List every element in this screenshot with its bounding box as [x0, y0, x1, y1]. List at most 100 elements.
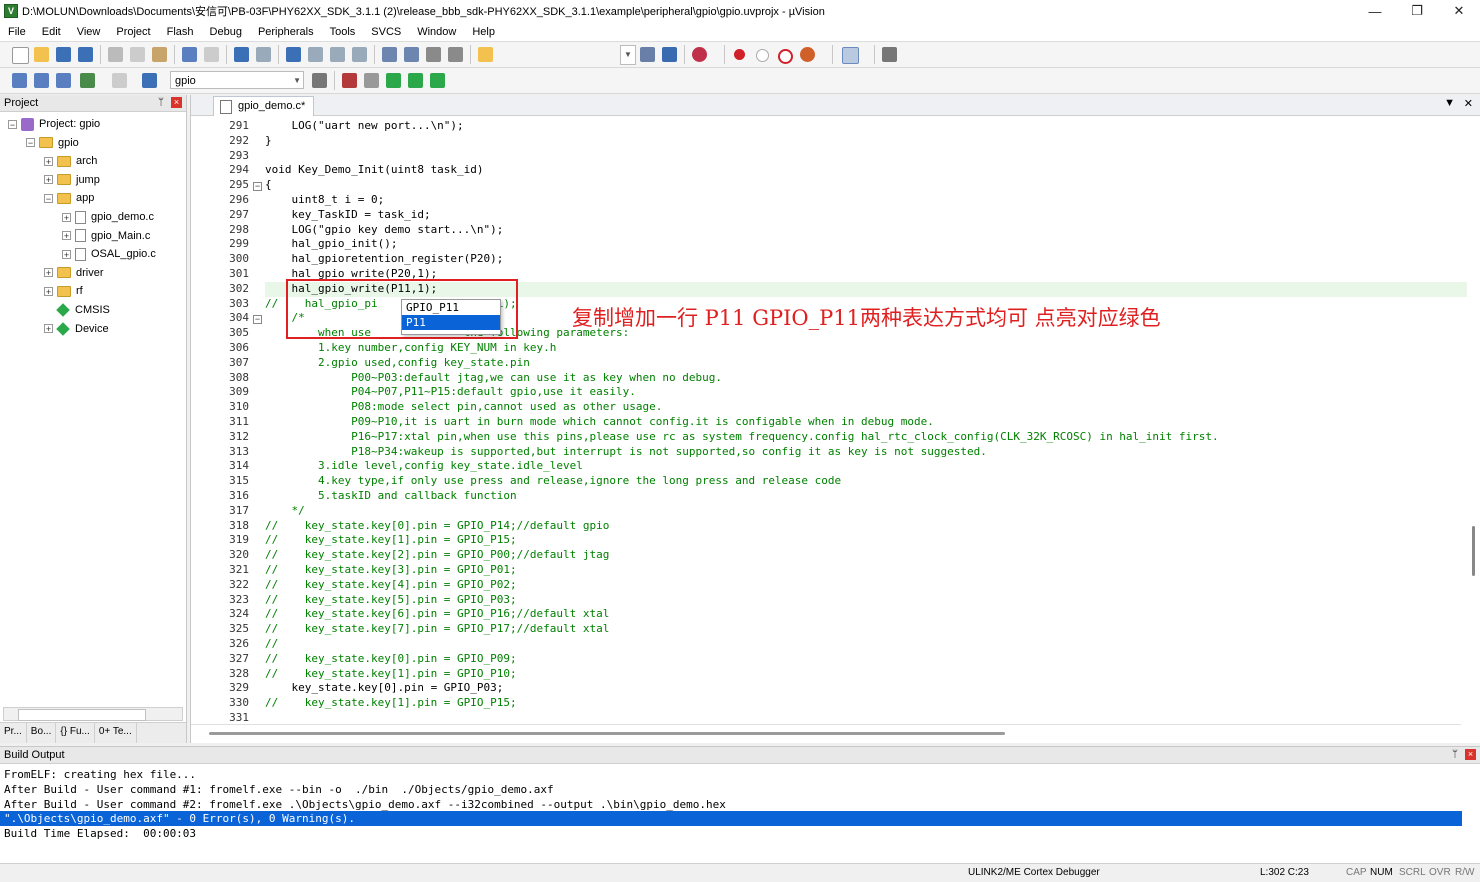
configure-icon[interactable] — [882, 47, 897, 62]
cut-icon[interactable] — [108, 47, 123, 62]
find-in-files-icon[interactable] — [478, 47, 493, 62]
code-line[interactable]: hal_gpioretention_register(P20); — [265, 252, 503, 267]
expand-icon[interactable]: + — [44, 286, 53, 296]
close-panel-icon[interactable]: × — [171, 97, 182, 108]
code-line[interactable]: LOG("gpio key demo start...\n"); — [265, 223, 503, 238]
fold-toggle-function[interactable]: − — [253, 182, 262, 191]
navigate-back-icon[interactable] — [234, 47, 249, 62]
code-line[interactable]: LOG("uart new port...\n"); — [265, 119, 463, 134]
save-all-icon[interactable] — [78, 47, 93, 62]
next-bookmark-icon[interactable] — [330, 47, 345, 62]
debug-session-icon[interactable] — [692, 47, 707, 62]
code-line[interactable]: P00~P03:default jtag,we can use it as ke… — [265, 371, 722, 386]
expand-icon[interactable]: + — [44, 156, 53, 166]
enable-breakpoint-icon[interactable] — [756, 49, 769, 62]
tree-item[interactable]: + gpio_demo.c — [62, 208, 154, 226]
code-line[interactable]: // — [265, 637, 278, 652]
code-line[interactable]: } — [265, 134, 272, 149]
tab-templates[interactable]: 0+ Te... — [95, 723, 137, 743]
find-icon[interactable] — [640, 47, 655, 62]
target-select[interactable]: gpio ▼ — [170, 71, 304, 89]
incremental-find-icon[interactable] — [662, 47, 677, 62]
expand-icon[interactable]: + — [44, 268, 53, 278]
expand-icon[interactable]: + — [44, 175, 53, 185]
close-button[interactable]: ✕ — [1438, 0, 1480, 22]
comment-icon[interactable] — [426, 47, 441, 62]
open-file-icon[interactable] — [34, 47, 49, 62]
disable-breakpoints-icon[interactable] — [778, 49, 793, 64]
tree-item[interactable]: + jump — [44, 171, 100, 189]
build-output-line[interactable]: After Build - User command #1: fromelf.e… — [0, 782, 1462, 797]
collapse-icon[interactable]: − — [8, 119, 17, 129]
close-tab-icon[interactable]: ✕ — [1464, 97, 1473, 110]
code-line[interactable]: // key_state.key[1].pin = GPIO_P10; — [265, 667, 517, 682]
menu-view[interactable]: View — [69, 26, 109, 38]
tab-project[interactable]: Pr... — [0, 723, 27, 743]
code-line[interactable]: // key_state.key[2].pin = GPIO_P00;//def… — [265, 548, 609, 563]
pin-icon[interactable]: ᛘ — [158, 95, 164, 111]
code-line[interactable]: 1.key number,config KEY_NUM in key.h — [265, 341, 556, 356]
build-icon[interactable] — [34, 73, 49, 88]
collapse-icon[interactable]: − — [26, 138, 35, 148]
code-line[interactable]: // key_state.key[6].pin = GPIO_P16;//def… — [265, 607, 609, 622]
tree-item[interactable]: − Project: gpio — [8, 115, 100, 133]
tab-functions[interactable]: {} Fu... — [56, 723, 95, 743]
menu-flash[interactable]: Flash — [159, 26, 202, 38]
translate-icon[interactable] — [12, 73, 27, 88]
expand-icon[interactable]: + — [44, 324, 53, 334]
window-layout-icon[interactable] — [842, 47, 859, 64]
code-line[interactable]: // key_state.key[5].pin = GPIO_P03; — [265, 593, 517, 608]
rebuild-icon[interactable] — [56, 73, 71, 88]
unindent-icon[interactable] — [404, 47, 419, 62]
code-line[interactable]: // key_state.key[4].pin = GPIO_P02; — [265, 578, 517, 593]
project-horizontal-scrollbar[interactable] — [3, 707, 183, 721]
code-line[interactable]: // key_state.key[7].pin = GPIO_P17;//def… — [265, 622, 609, 637]
indent-icon[interactable] — [382, 47, 397, 62]
paste-icon[interactable] — [152, 47, 167, 62]
menu-edit[interactable]: Edit — [34, 26, 69, 38]
file-extensions-icon[interactable] — [364, 73, 379, 88]
menu-svcs[interactable]: SVCS — [363, 26, 409, 38]
code-line[interactable]: void Key_Demo_Init(uint8 task_id) — [265, 163, 484, 178]
run-time-environment-icon[interactable] — [430, 73, 445, 88]
tab-list-dropdown-icon[interactable]: ▼ — [1444, 97, 1455, 109]
tab-books[interactable]: Bo... — [27, 723, 57, 743]
menu-window[interactable]: Window — [409, 26, 464, 38]
editor-horizontal-scrollbar[interactable] — [191, 724, 1461, 743]
code-line[interactable]: hal_gpio_init(); — [265, 237, 397, 252]
insert-breakpoint-icon[interactable] — [734, 49, 745, 60]
menu-tools[interactable]: Tools — [322, 26, 364, 38]
clear-bookmarks-icon[interactable] — [352, 47, 367, 62]
uncomment-icon[interactable] — [448, 47, 463, 62]
fold-toggle-comment[interactable]: − — [253, 315, 262, 324]
editor-vertical-scrollbar[interactable] — [1467, 116, 1480, 723]
kill-breakpoints-icon[interactable] — [800, 47, 815, 62]
tab-gpio-demo-c[interactable]: gpio_demo.c* — [213, 96, 315, 116]
build-output-line[interactable]: ".\Objects\gpio_demo.axf" - 0 Error(s), … — [0, 811, 1462, 827]
code-line[interactable]: P18~P34:wakeup is supported,but interrup… — [265, 445, 987, 460]
build-output-line[interactable]: FromELF: creating hex file... — [0, 767, 1462, 782]
expand-icon[interactable]: + — [62, 231, 71, 241]
menu-project[interactable]: Project — [108, 26, 158, 38]
code-line[interactable]: P08:mode select pin,cannot used as other… — [265, 400, 662, 415]
menu-debug[interactable]: Debug — [202, 26, 250, 38]
build-output-line[interactable]: After Build - User command #2: fromelf.e… — [0, 797, 1462, 812]
code-line[interactable]: uint8_t i = 0; — [265, 193, 384, 208]
code-line[interactable]: */ — [265, 504, 304, 519]
build-horizontal-scrollbar[interactable] — [0, 850, 1480, 864]
tree-item[interactable]: + rf — [44, 282, 83, 300]
menu-file[interactable]: File — [0, 26, 34, 38]
code-line[interactable]: { — [265, 178, 272, 193]
pack-installer-icon[interactable] — [408, 73, 423, 88]
tree-item[interactable]: + gpio_Main.c — [62, 227, 150, 245]
undo-icon[interactable] — [182, 47, 197, 62]
tree-item[interactable]: − app — [44, 189, 94, 207]
tree-item[interactable]: CMSIS — [44, 301, 110, 319]
find-combo-dropdown[interactable]: ▼ — [620, 45, 636, 65]
previous-bookmark-icon[interactable] — [308, 47, 323, 62]
code-area[interactable]: LOG("uart new port...\n");} void Key_Demo… — [265, 116, 1480, 723]
code-line[interactable]: 2.gpio used,config key_state.pin — [265, 356, 530, 371]
download-icon[interactable] — [142, 73, 157, 88]
code-line[interactable]: P09~P10,it is uart in burn mode which ca… — [265, 415, 934, 430]
code-line[interactable]: // key_state.key[0].pin = GPIO_P09; — [265, 652, 517, 667]
